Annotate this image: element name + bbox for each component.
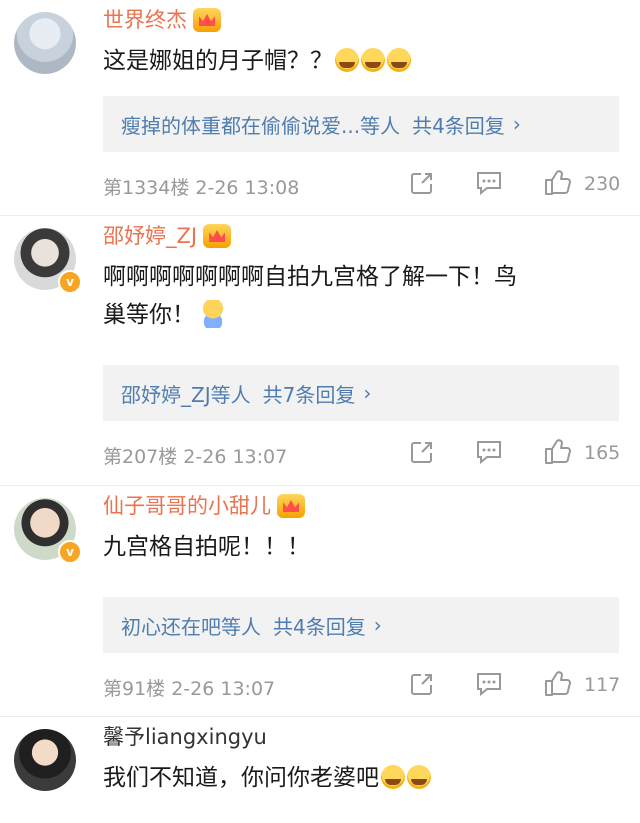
replies-preview[interactable]: 初心还在吧等人 共4条回复 ›: [103, 597, 619, 653]
sleep-emoji-icon: [203, 300, 223, 328]
like-icon[interactable]: [543, 436, 573, 466]
comment-icon[interactable]: [474, 670, 504, 698]
username[interactable]: 邵妤婷_ZJ: [103, 222, 232, 250]
comment-item: 世界终杰 这是娜姐的月子帽？？ 瘦掉的体重都在偷偷说爱...等人 共4条回复 ›…: [0, 0, 640, 216]
avatar[interactable]: [14, 12, 76, 74]
crown-icon: [203, 224, 232, 248]
repost-icon[interactable]: [408, 169, 436, 197]
comment-icon[interactable]: [474, 169, 504, 197]
comment-item: v 邵妤婷_ZJ 啊啊啊啊啊啊啊自拍九宫格了解一下！鸟 巢等你！ 邵妤婷_ZJ等…: [0, 216, 640, 486]
comment-text: 啊啊啊啊啊啊啊自拍九宫格了解一下！鸟 巢等你！: [103, 264, 517, 328]
comment-text: 这是娜姐的月子帽？？: [103, 42, 623, 80]
laugh-cry-emoji-icon: [335, 48, 359, 72]
crown-icon: [277, 494, 305, 518]
comment-item: v 仙子哥哥的小甜儿 九宫格自拍呢！！！ 初心还在吧等人 共4条回复 › 第91…: [0, 486, 640, 717]
chevron-right-icon: ›: [512, 112, 521, 136]
like-count: 117: [584, 674, 621, 696]
floor-time: 第1334楼 2-26 13:08: [103, 177, 300, 199]
laugh-cry-emoji-icon: [407, 765, 431, 789]
laugh-cry-emoji-icon: [361, 48, 385, 72]
username[interactable]: 世界终杰: [103, 6, 221, 34]
like-icon[interactable]: [543, 668, 573, 698]
comment-item: 馨予liangxingyu 我们不知道，你问你老婆吧: [0, 717, 640, 823]
avatar[interactable]: [14, 729, 76, 791]
verified-badge-icon: v: [58, 540, 82, 564]
laugh-cry-emoji-icon: [387, 48, 411, 72]
comment-text: 九宫格自拍呢！！！: [103, 534, 310, 560]
comment-icon[interactable]: [474, 438, 504, 466]
repost-icon[interactable]: [408, 670, 436, 698]
like-count: 165: [584, 442, 621, 464]
username[interactable]: 仙子哥哥的小甜儿: [103, 492, 305, 520]
replies-preview[interactable]: 瘦掉的体重都在偷偷说爱...等人 共4条回复 ›: [103, 96, 619, 152]
like-count: 230: [584, 173, 621, 195]
floor-time: 第207楼 2-26 13:07: [103, 446, 288, 468]
crown-icon: [193, 8, 221, 32]
replies-preview[interactable]: 邵妤婷_ZJ等人 共7条回复 ›: [103, 365, 619, 421]
username[interactable]: 馨予liangxingyu: [103, 723, 267, 751]
like-icon[interactable]: [543, 167, 573, 197]
comment-text: 我们不知道，你问你老婆吧: [103, 759, 623, 797]
chevron-right-icon: ›: [363, 381, 372, 405]
floor-time: 第91楼 2-26 13:07: [103, 678, 276, 700]
repost-icon[interactable]: [408, 438, 436, 466]
verified-badge-icon: v: [58, 270, 82, 294]
laugh-cry-emoji-icon: [381, 765, 405, 789]
chevron-right-icon: ›: [373, 613, 382, 637]
